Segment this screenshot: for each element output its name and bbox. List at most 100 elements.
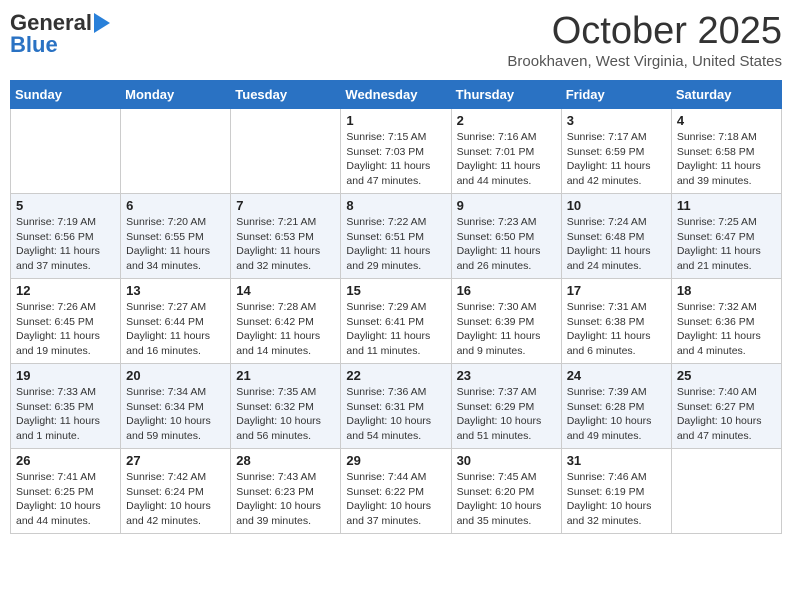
day-info: Sunrise: 7:19 AM Sunset: 6:56 PM Dayligh… (16, 215, 115, 274)
day-number: 10 (567, 198, 666, 213)
day-header-sunday: Sunday (11, 81, 121, 109)
day-info: Sunrise: 7:22 AM Sunset: 6:51 PM Dayligh… (346, 215, 445, 274)
day-number: 8 (346, 198, 445, 213)
logo: General Blue (10, 10, 110, 58)
day-info: Sunrise: 7:32 AM Sunset: 6:36 PM Dayligh… (677, 300, 776, 359)
day-info: Sunrise: 7:28 AM Sunset: 6:42 PM Dayligh… (236, 300, 335, 359)
calendar-cell: 24 Sunrise: 7:39 AM Sunset: 6:28 PM Dayli… (561, 364, 671, 449)
day-number: 30 (457, 453, 556, 468)
day-info: Sunrise: 7:43 AM Sunset: 6:23 PM Dayligh… (236, 470, 335, 529)
logo-blue: Blue (10, 32, 58, 58)
calendar-cell: 29Sunrise: 7:44 AM Sunset: 6:22 PM Dayli… (341, 449, 451, 534)
calendar-cell: 22Sunrise: 7:36 AM Sunset: 6:31 PM Dayli… (341, 364, 451, 449)
day-number: 22 (346, 368, 445, 383)
day-info: Sunrise: 7:37 AM Sunset: 6:29 PM Dayligh… (457, 385, 556, 444)
day-number: 25 (677, 368, 776, 383)
calendar-cell: 18 Sunrise: 7:32 AM Sunset: 6:36 PM Dayli… (671, 279, 781, 364)
day-info: Sunrise: 7:45 AM Sunset: 6:20 PM Dayligh… (457, 470, 556, 529)
day-info: Sunrise: 7:34 AM Sunset: 6:34 PM Dayligh… (126, 385, 225, 444)
calendar-cell: 5 Sunrise: 7:19 AM Sunset: 6:56 PM Daylig… (11, 194, 121, 279)
day-info: Sunrise: 7:20 AM Sunset: 6:55 PM Dayligh… (126, 215, 225, 274)
day-info: Sunrise: 7:23 AM Sunset: 6:50 PM Dayligh… (457, 215, 556, 274)
calendar-cell: 16Sunrise: 7:30 AM Sunset: 6:39 PM Dayli… (451, 279, 561, 364)
calendar-cell: 13Sunrise: 7:27 AM Sunset: 6:44 PM Dayli… (121, 279, 231, 364)
day-number: 11 (677, 198, 776, 213)
day-header-saturday: Saturday (671, 81, 781, 109)
calendar-week-row: 19Sunrise: 7:33 AM Sunset: 6:35 PM Dayli… (11, 364, 782, 449)
calendar-cell: 7Sunrise: 7:21 AM Sunset: 6:53 PM Daylig… (231, 194, 341, 279)
title-area: October 2025 Brookhaven, West Virginia, … (507, 10, 782, 70)
day-info: Sunrise: 7:18 AM Sunset: 6:58 PM Dayligh… (677, 130, 776, 189)
day-number: 21 (236, 368, 335, 383)
day-number: 4 (677, 113, 776, 128)
calendar-week-row: 12 Sunrise: 7:26 AM Sunset: 6:45 PM Dayli… (11, 279, 782, 364)
day-number: 2 (457, 113, 556, 128)
day-info: Sunrise: 7:26 AM Sunset: 6:45 PM Dayligh… (16, 300, 115, 359)
calendar-cell: 2 Sunrise: 7:16 AM Sunset: 7:01 PM Daylig… (451, 109, 561, 194)
logo-arrow-icon (94, 13, 110, 33)
day-number: 31 (567, 453, 666, 468)
calendar-week-row: 26Sunrise: 7:41 AM Sunset: 6:25 PM Dayli… (11, 449, 782, 534)
day-header-wednesday: Wednesday (341, 81, 451, 109)
day-info: Sunrise: 7:31 AM Sunset: 6:38 PM Dayligh… (567, 300, 666, 359)
day-number: 9 (457, 198, 556, 213)
day-info: Sunrise: 7:42 AM Sunset: 6:24 PM Dayligh… (126, 470, 225, 529)
day-number: 27 (126, 453, 225, 468)
day-number: 3 (567, 113, 666, 128)
calendar-cell: 1 Sunrise: 7:15 AM Sunset: 7:03 PM Daylig… (341, 109, 451, 194)
calendar-cell: 10Sunrise: 7:24 AM Sunset: 6:48 PM Dayli… (561, 194, 671, 279)
day-header-friday: Friday (561, 81, 671, 109)
calendar-cell: 23 Sunrise: 7:37 AM Sunset: 6:29 PM Dayli… (451, 364, 561, 449)
calendar-cell: 26Sunrise: 7:41 AM Sunset: 6:25 PM Dayli… (11, 449, 121, 534)
calendar-week-row: 5 Sunrise: 7:19 AM Sunset: 6:56 PM Daylig… (11, 194, 782, 279)
calendar-cell: 25 Sunrise: 7:40 AM Sunset: 6:27 PM Dayli… (671, 364, 781, 449)
calendar-cell: 27 Sunrise: 7:42 AM Sunset: 6:24 PM Dayli… (121, 449, 231, 534)
day-info: Sunrise: 7:46 AM Sunset: 6:19 PM Dayligh… (567, 470, 666, 529)
calendar-cell: 19Sunrise: 7:33 AM Sunset: 6:35 PM Dayli… (11, 364, 121, 449)
day-number: 15 (346, 283, 445, 298)
day-info: Sunrise: 7:41 AM Sunset: 6:25 PM Dayligh… (16, 470, 115, 529)
day-info: Sunrise: 7:44 AM Sunset: 6:22 PM Dayligh… (346, 470, 445, 529)
day-info: Sunrise: 7:40 AM Sunset: 6:27 PM Dayligh… (677, 385, 776, 444)
day-number: 12 (16, 283, 115, 298)
day-number: 23 (457, 368, 556, 383)
calendar-cell: 4 Sunrise: 7:18 AM Sunset: 6:58 PM Daylig… (671, 109, 781, 194)
calendar-cell: 11 Sunrise: 7:25 AM Sunset: 6:47 PM Dayli… (671, 194, 781, 279)
calendar-cell: 12 Sunrise: 7:26 AM Sunset: 6:45 PM Dayli… (11, 279, 121, 364)
day-number: 20 (126, 368, 225, 383)
day-number: 5 (16, 198, 115, 213)
calendar-cell: 8 Sunrise: 7:22 AM Sunset: 6:51 PM Daylig… (341, 194, 451, 279)
day-header-monday: Monday (121, 81, 231, 109)
day-info: Sunrise: 7:39 AM Sunset: 6:28 PM Dayligh… (567, 385, 666, 444)
day-info: Sunrise: 7:15 AM Sunset: 7:03 PM Dayligh… (346, 130, 445, 189)
day-number: 17 (567, 283, 666, 298)
calendar-table: SundayMondayTuesdayWednesdayThursdayFrid… (10, 80, 782, 534)
day-number: 13 (126, 283, 225, 298)
location: Brookhaven, West Virginia, United States (507, 53, 782, 70)
calendar-cell: 21 Sunrise: 7:35 AM Sunset: 6:32 PM Dayli… (231, 364, 341, 449)
day-number: 14 (236, 283, 335, 298)
day-info: Sunrise: 7:25 AM Sunset: 6:47 PM Dayligh… (677, 215, 776, 274)
day-number: 18 (677, 283, 776, 298)
calendar-cell: 6 Sunrise: 7:20 AM Sunset: 6:55 PM Daylig… (121, 194, 231, 279)
calendar-cell (671, 449, 781, 534)
day-number: 19 (16, 368, 115, 383)
calendar-cell: 15Sunrise: 7:29 AM Sunset: 6:41 PM Dayli… (341, 279, 451, 364)
day-info: Sunrise: 7:17 AM Sunset: 6:59 PM Dayligh… (567, 130, 666, 189)
calendar-week-row: 1 Sunrise: 7:15 AM Sunset: 7:03 PM Daylig… (11, 109, 782, 194)
calendar-cell: 17 Sunrise: 7:31 AM Sunset: 6:38 PM Dayli… (561, 279, 671, 364)
day-number: 7 (236, 198, 335, 213)
day-header-thursday: Thursday (451, 81, 561, 109)
page-header: General Blue October 2025 Brookhaven, We… (10, 10, 782, 70)
day-info: Sunrise: 7:16 AM Sunset: 7:01 PM Dayligh… (457, 130, 556, 189)
day-header-tuesday: Tuesday (231, 81, 341, 109)
calendar-cell (231, 109, 341, 194)
calendar-header-row: SundayMondayTuesdayWednesdayThursdayFrid… (11, 81, 782, 109)
calendar-cell: 9 Sunrise: 7:23 AM Sunset: 6:50 PM Daylig… (451, 194, 561, 279)
day-number: 24 (567, 368, 666, 383)
day-number: 1 (346, 113, 445, 128)
day-info: Sunrise: 7:35 AM Sunset: 6:32 PM Dayligh… (236, 385, 335, 444)
day-number: 6 (126, 198, 225, 213)
day-info: Sunrise: 7:30 AM Sunset: 6:39 PM Dayligh… (457, 300, 556, 359)
calendar-cell (121, 109, 231, 194)
